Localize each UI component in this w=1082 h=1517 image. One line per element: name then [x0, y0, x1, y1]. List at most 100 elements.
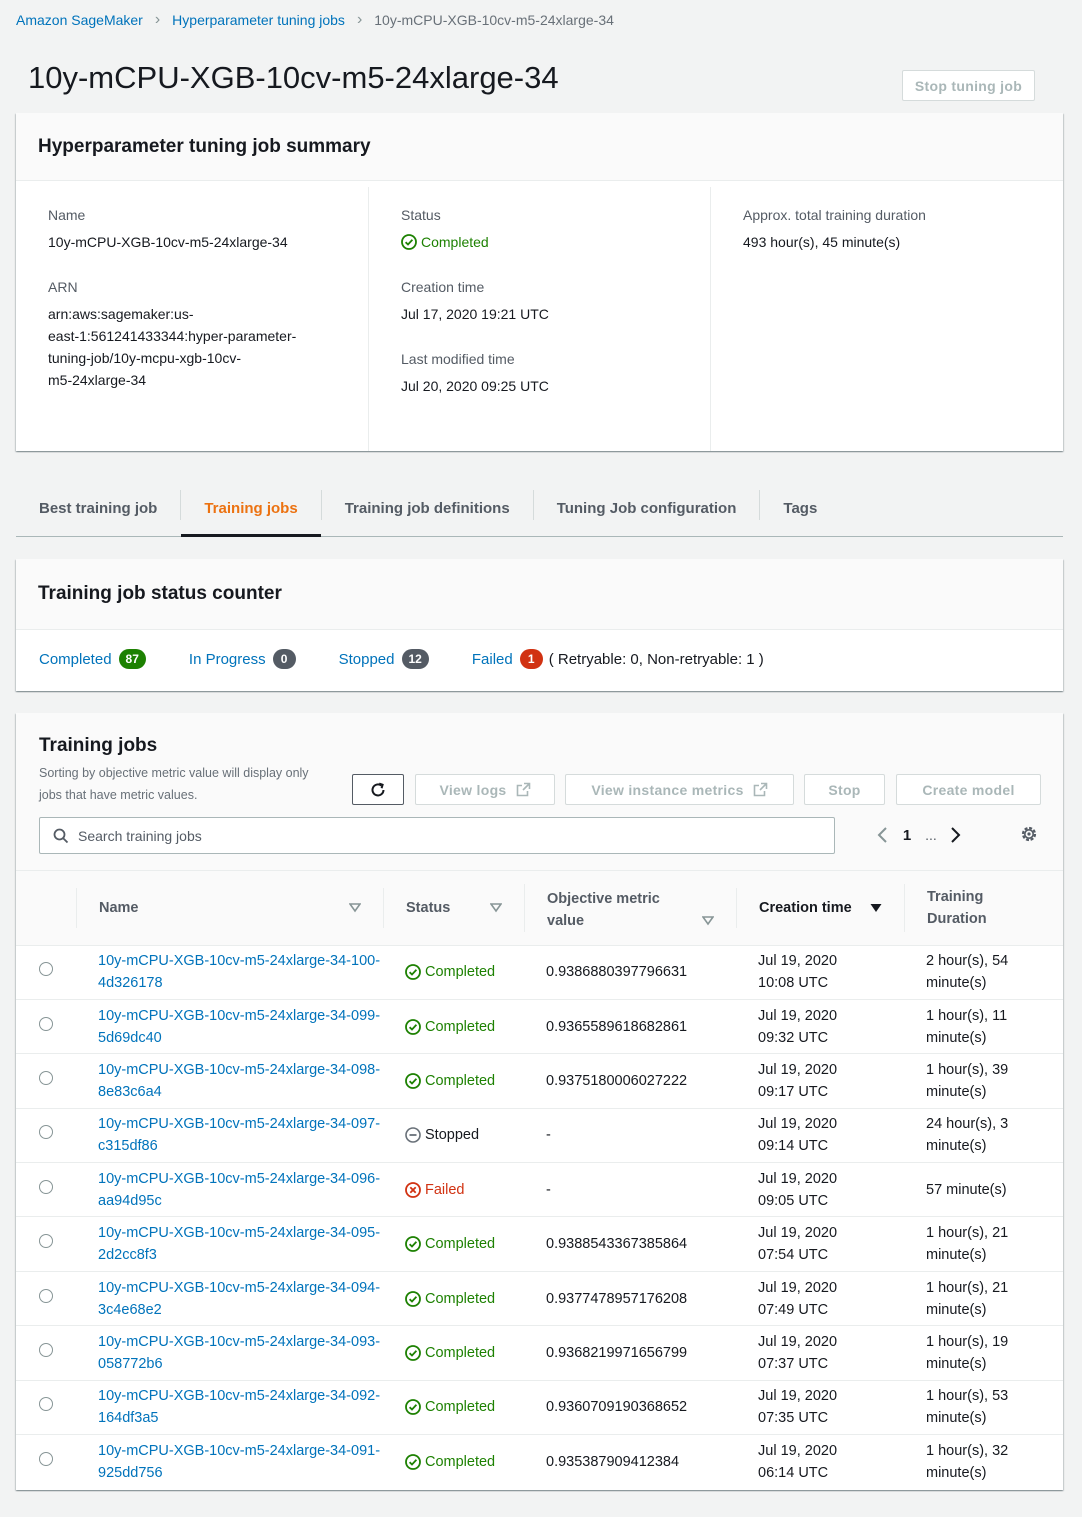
- tab-tags[interactable]: Tags: [760, 480, 840, 536]
- search-icon: [53, 828, 69, 843]
- table-row[interactable]: 10y-mCPU-XGB-10cv-m5-24xlarge-34-097-c31…: [16, 1108, 1063, 1164]
- row-radio[interactable]: [39, 1125, 53, 1140]
- job-status-cell: Completed: [383, 1216, 524, 1272]
- job-name-link[interactable]: 10y-mCPU-XGB-10cv-m5-24xlarge-34-093-058…: [98, 1334, 380, 1372]
- job-name-cell: 10y-mCPU-XGB-10cv-m5-24xlarge-34-096-aa9…: [76, 1162, 383, 1218]
- job-name-link[interactable]: 10y-mCPU-XGB-10cv-m5-24xlarge-34-097-c31…: [98, 1116, 380, 1154]
- job-status-cell: Completed: [383, 1435, 524, 1489]
- summary-panel: Hyperparameter tuning job summary Name 1…: [16, 113, 1063, 451]
- job-name-link[interactable]: 10y-mCPU-XGB-10cv-m5-24xlarge-34-092-164…: [98, 1388, 380, 1426]
- row-radio[interactable]: [39, 1397, 53, 1412]
- job-name-cell: 10y-mCPU-XGB-10cv-m5-24xlarge-34-099-5d6…: [76, 999, 383, 1055]
- tab-best-training-job[interactable]: Best training job: [16, 480, 180, 536]
- table-row[interactable]: 10y-mCPU-XGB-10cv-m5-24xlarge-34-091-925…: [16, 1435, 1063, 1489]
- training-jobs-table: Name Status Objective metric value Creat…: [16, 871, 1063, 1489]
- row-radio[interactable]: [39, 1070, 53, 1085]
- job-name-link[interactable]: 10y-mCPU-XGB-10cv-m5-24xlarge-34-098-8e8…: [98, 1062, 380, 1100]
- row-radio[interactable]: [39, 1451, 53, 1466]
- counter-failed[interactable]: Failed 1: [472, 649, 543, 669]
- job-name-link[interactable]: 10y-mCPU-XGB-10cv-m5-24xlarge-34-100-4d3…: [98, 953, 380, 991]
- search-input[interactable]: [78, 827, 778, 844]
- tab-training-jobs[interactable]: Training jobs: [181, 480, 322, 537]
- job-metric-cell: 0.9377478957176208: [524, 1271, 736, 1327]
- table-row[interactable]: 10y-mCPU-XGB-10cv-m5-24xlarge-34-094-3c4…: [16, 1271, 1063, 1327]
- tab-bar: Best training job Training jobs Training…: [16, 480, 1063, 537]
- status-label: Status: [401, 207, 441, 223]
- duration-header-label: Training Duration: [927, 888, 987, 927]
- counter-completed-label: Completed: [39, 650, 112, 668]
- counter-in-progress-label: In Progress: [188, 650, 266, 668]
- creation-label: Creation time: [401, 279, 485, 295]
- job-name-link[interactable]: 10y-mCPU-XGB-10cv-m5-24xlarge-34-099-5d6…: [98, 1008, 380, 1046]
- counter-in-progress[interactable]: In Progress 0: [189, 649, 296, 669]
- view-logs-button[interactable]: View logs: [415, 774, 555, 805]
- job-name-cell: 10y-mCPU-XGB-10cv-m5-24xlarge-34-100-4d3…: [76, 945, 383, 1000]
- page-number[interactable]: 1: [895, 827, 919, 844]
- retry-info: ( Retryable: 0, Non-retryable: 1 ): [548, 650, 764, 668]
- name-column-header[interactable]: Name: [76, 871, 383, 946]
- sort-icon: [490, 902, 502, 913]
- tab-tuning-job-configuration[interactable]: Tuning Job configuration: [534, 480, 760, 536]
- metric-column-header[interactable]: Objective metric value: [524, 871, 736, 946]
- job-name-link[interactable]: 10y-mCPU-XGB-10cv-m5-24xlarge-34-096-aa9…: [98, 1171, 380, 1209]
- counter-failed-label: Failed: [471, 650, 513, 668]
- name-header-label: Name: [99, 899, 139, 916]
- counter-completed[interactable]: Completed 87: [39, 649, 146, 669]
- job-status: Completed: [405, 1016, 524, 1038]
- view-instance-metrics-button[interactable]: View instance metrics: [565, 774, 794, 805]
- job-status: Stopped: [405, 1124, 524, 1146]
- table-row[interactable]: 10y-mCPU-XGB-10cv-m5-24xlarge-34-100-4d3…: [16, 945, 1063, 1000]
- row-radio[interactable]: [39, 1016, 53, 1031]
- counter-stopped[interactable]: Stopped 12: [339, 649, 429, 669]
- job-status: Completed: [405, 1288, 524, 1310]
- job-metric-cell: 0.9386880397796631: [524, 945, 736, 1000]
- row-select-cell: [16, 1108, 76, 1164]
- job-status-cell: Stopped: [383, 1108, 524, 1164]
- search-field[interactable]: [39, 817, 835, 854]
- status-counter-panel: Training job status counter Completed 87…: [16, 559, 1063, 691]
- job-name-link[interactable]: 10y-mCPU-XGB-10cv-m5-24xlarge-34-091-925…: [98, 1443, 380, 1481]
- stop-button[interactable]: Stop: [804, 774, 885, 805]
- completed-count-badge: 87: [118, 649, 146, 669]
- arn-line: tuning-job/10y-mcpu-xgb-10cv-: [48, 350, 241, 366]
- metric-header-label: Objective metric value: [547, 890, 660, 929]
- check-circle-icon: [405, 1399, 421, 1416]
- chevron-right-icon[interactable]: [943, 823, 967, 847]
- table-row[interactable]: 10y-mCPU-XGB-10cv-m5-24xlarge-34-099-5d6…: [16, 999, 1063, 1055]
- breadcrumb-tuning-jobs-link[interactable]: Hyperparameter tuning jobs: [172, 12, 345, 28]
- table-row[interactable]: 10y-mCPU-XGB-10cv-m5-24xlarge-34-092-164…: [16, 1380, 1063, 1436]
- tab-training-job-definitions[interactable]: Training job definitions: [322, 480, 533, 536]
- arn-line: arn:aws:sagemaker:us-: [48, 306, 194, 322]
- status-column-header[interactable]: Status: [383, 871, 524, 946]
- creation-column-header[interactable]: Creation time: [736, 871, 904, 946]
- arn-line: east-1:561241433344:hyper-parameter-: [48, 328, 297, 344]
- row-radio[interactable]: [39, 1342, 53, 1357]
- job-duration-cell: 1 hour(s), 11 minute(s): [904, 999, 1063, 1055]
- arn-line: m5-24xlarge-34: [48, 372, 147, 388]
- job-name-link[interactable]: 10y-mCPU-XGB-10cv-m5-24xlarge-34-094-3c4…: [98, 1280, 380, 1318]
- breadcrumb-sagemaker-link[interactable]: Amazon SageMaker: [16, 12, 143, 28]
- job-status-text: Completed: [425, 1344, 496, 1361]
- row-radio[interactable]: [39, 1288, 53, 1303]
- table-row[interactable]: 10y-mCPU-XGB-10cv-m5-24xlarge-34-098-8e8…: [16, 1053, 1063, 1109]
- error-circle-icon: [405, 1181, 421, 1198]
- job-name-link[interactable]: 10y-mCPU-XGB-10cv-m5-24xlarge-34-095-2d2…: [98, 1225, 380, 1263]
- job-creation-cell: Jul 19, 2020 07:49 UTC: [736, 1271, 904, 1327]
- create-model-button[interactable]: Create model: [896, 774, 1041, 805]
- duration-column-header[interactable]: Training Duration: [904, 871, 1063, 946]
- stop-tuning-job-button[interactable]: Stop tuning job: [902, 70, 1035, 101]
- table-row[interactable]: 10y-mCPU-XGB-10cv-m5-24xlarge-34-095-2d2…: [16, 1216, 1063, 1272]
- row-radio[interactable]: [39, 1234, 53, 1249]
- table-row[interactable]: 10y-mCPU-XGB-10cv-m5-24xlarge-34-093-058…: [16, 1325, 1063, 1381]
- chevron-left-icon[interactable]: [871, 823, 895, 847]
- refresh-button[interactable]: [352, 774, 404, 805]
- job-status-text: Failed: [425, 1181, 465, 1198]
- job-status-text: Completed: [425, 964, 496, 981]
- job-metric-cell: -: [524, 1162, 736, 1218]
- gear-icon[interactable]: [1019, 824, 1039, 844]
- table-row[interactable]: 10y-mCPU-XGB-10cv-m5-24xlarge-34-096-aa9…: [16, 1162, 1063, 1218]
- row-radio[interactable]: [39, 962, 53, 977]
- check-circle-icon: [405, 1018, 421, 1035]
- breadcrumb: Amazon SageMaker › Hyperparameter tuning…: [16, 10, 614, 30]
- row-radio[interactable]: [39, 1179, 53, 1194]
